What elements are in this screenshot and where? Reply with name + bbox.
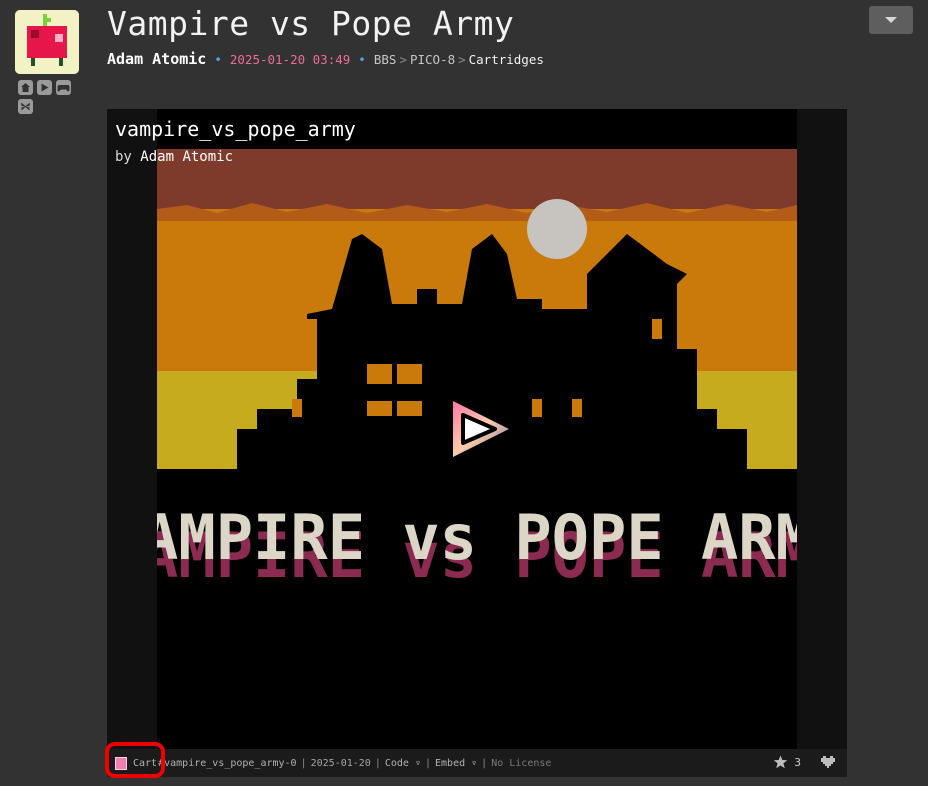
cart-icon bbox=[115, 757, 127, 770]
cart-title: vampire_vs_pope_army bbox=[115, 117, 356, 141]
home-icon[interactable] bbox=[18, 80, 33, 95]
cart-footer: Cart #vampire_vs_pope_army-0 | 2025-01-2… bbox=[107, 749, 847, 777]
play-icon bbox=[453, 401, 509, 457]
play-icon[interactable] bbox=[37, 80, 52, 95]
star-icon[interactable] bbox=[773, 755, 788, 769]
footer-separator: | bbox=[481, 758, 488, 769]
breadcrumb: BBS > PICO-8 > Cartridges bbox=[374, 52, 544, 67]
cart-download-link[interactable]: Cart bbox=[133, 758, 157, 769]
breadcrumb-separator: > bbox=[399, 52, 407, 67]
footer-separator: | bbox=[424, 758, 432, 769]
cart-byline: by Adam Atomic bbox=[115, 149, 233, 165]
footer-separator: | bbox=[374, 758, 381, 769]
footer-separator: | bbox=[300, 758, 307, 769]
author-link[interactable]: Adam Atomic bbox=[107, 50, 206, 68]
cart-player[interactable]: VAMPIRE vs POPE ARMY VAMPIRE vs POPE ARM… bbox=[107, 109, 847, 749]
page-title: Vampire vs Pope Army bbox=[107, 4, 515, 43]
play-button[interactable] bbox=[451, 399, 511, 459]
cart-date: 2025-01-20 bbox=[310, 758, 371, 769]
code-dropdown[interactable]: Code ▿ bbox=[385, 758, 421, 769]
breadcrumb-separator: > bbox=[458, 52, 466, 67]
meta-bullet: • bbox=[358, 52, 366, 67]
chevron-down-icon bbox=[885, 17, 897, 23]
post-date: 2025-01-20 03:49 bbox=[229, 52, 351, 67]
heart-icon[interactable] bbox=[821, 755, 835, 769]
breadcrumb-pico8[interactable]: PICO-8 bbox=[410, 52, 455, 67]
post-meta: Adam Atomic • 2025-01-20 03:49 • BBS > P… bbox=[107, 50, 544, 68]
breadcrumb-cartridges[interactable]: Cartridges bbox=[469, 52, 544, 67]
gamepad-icon[interactable] bbox=[56, 80, 71, 95]
license-label: No License bbox=[491, 758, 552, 769]
user-nav-icons bbox=[18, 80, 78, 114]
cart-author: Adam Atomic bbox=[140, 149, 234, 165]
avatar[interactable] bbox=[15, 10, 79, 74]
star-count: 3 bbox=[794, 755, 801, 769]
embed-dropdown[interactable]: Embed ▿ bbox=[435, 758, 477, 769]
butterfly-icon[interactable] bbox=[18, 99, 33, 114]
cart-by-word: by bbox=[115, 149, 132, 165]
breadcrumb-bbs[interactable]: BBS bbox=[374, 52, 397, 67]
post-menu-button[interactable] bbox=[869, 6, 913, 34]
cart-id-link[interactable]: #vampire_vs_pope_army-0 bbox=[158, 758, 296, 769]
splash-title: VAMPIRE vs POPE ARMY bbox=[157, 501, 797, 574]
meta-bullet: • bbox=[214, 52, 222, 67]
